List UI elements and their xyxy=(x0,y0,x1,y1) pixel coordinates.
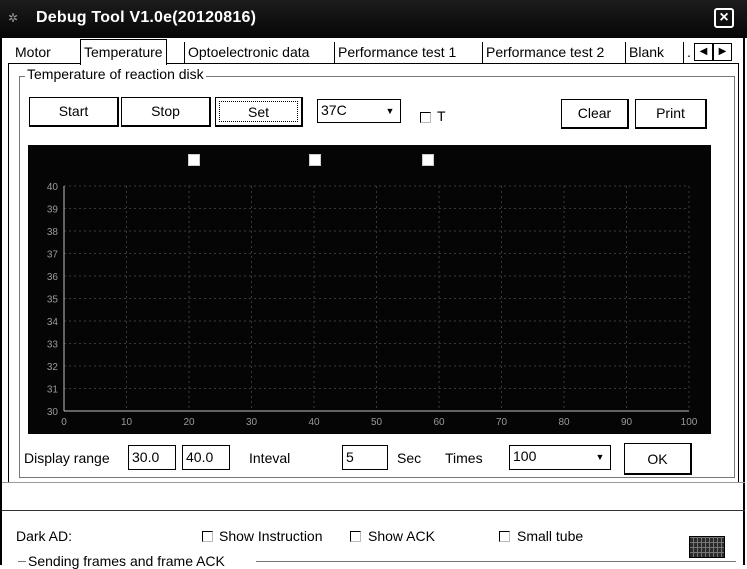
temperature-select[interactable]: 37C ▼ xyxy=(317,99,401,123)
x-tick-label: 70 xyxy=(496,417,508,428)
tab-performance-test-1[interactable]: Performance test 1 xyxy=(334,42,459,63)
times-label: Times xyxy=(445,450,483,466)
divider xyxy=(2,482,745,483)
show-instruction-checkbox[interactable] xyxy=(202,531,213,542)
temperature-chart: 30 31 32 33 34 35 36 37 38 39 40 0 10 20 30 40 50 60 70 80 9… xyxy=(28,145,711,434)
y-tick-label: 30 xyxy=(47,407,59,418)
tab-truncated[interactable]: . xyxy=(683,42,694,63)
stop-button[interactable]: Stop xyxy=(121,97,211,127)
x-tick-label: 50 xyxy=(371,417,383,428)
interval-label: Inteval xyxy=(249,450,291,466)
y-tick-label: 40 xyxy=(47,182,59,193)
group-border xyxy=(18,561,26,562)
t-checkbox[interactable] xyxy=(420,112,431,123)
legend-box-2[interactable] xyxy=(309,154,321,166)
x-tick-label: 60 xyxy=(433,417,445,428)
show-ack-checkbox[interactable] xyxy=(350,531,361,542)
t-checkbox-label: T xyxy=(437,108,446,124)
tab-performance-test-2[interactable]: Performance test 2 xyxy=(482,42,607,63)
divider xyxy=(2,510,745,511)
y-tick-label: 38 xyxy=(47,227,59,238)
sec-label: Sec xyxy=(397,450,422,466)
y-tick-label: 39 xyxy=(47,205,59,216)
times-select-value: 100 xyxy=(513,448,537,464)
tab-motor[interactable]: Motor xyxy=(12,42,54,63)
x-tick-label: 0 xyxy=(61,417,67,428)
chevron-right-icon[interactable]: ▶ xyxy=(713,43,732,61)
close-icon[interactable]: × xyxy=(714,8,734,28)
print-button[interactable]: Print xyxy=(635,99,707,129)
legend-box-3[interactable] xyxy=(422,154,434,166)
show-instruction-label: Show Instruction xyxy=(219,528,323,544)
chevron-down-icon[interactable]: ▼ xyxy=(591,447,609,467)
window-title: Debug Tool V1.0e(20120816) xyxy=(36,9,257,26)
title-bar: ✲ Debug Tool V1.0e(20120816) × xyxy=(0,0,747,38)
group-border xyxy=(256,561,736,562)
small-tube-label: Small tube xyxy=(517,528,584,544)
x-tick-label: 20 xyxy=(183,417,195,428)
tab-blank[interactable]: Blank xyxy=(625,42,667,63)
show-ack-label: Show ACK xyxy=(368,528,435,544)
legend-box-1[interactable] xyxy=(188,154,200,166)
tab-optoelectronic-data[interactable]: Optoelectronic data xyxy=(184,42,312,63)
y-tick-label: 32 xyxy=(47,362,59,373)
range-max-input[interactable]: 40.0 xyxy=(182,445,230,470)
x-tick-label: 80 xyxy=(558,417,570,428)
y-tick-label: 37 xyxy=(47,250,59,261)
x-tick-label: 30 xyxy=(246,417,258,428)
set-button-label: Set xyxy=(219,101,298,122)
y-tick-label: 31 xyxy=(47,385,59,396)
y-tick-label: 36 xyxy=(47,272,59,283)
chevron-left-icon[interactable]: ◀ xyxy=(694,43,713,61)
x-tick-label: 40 xyxy=(308,417,320,428)
y-tick-label: 33 xyxy=(47,340,59,351)
x-tick-label: 90 xyxy=(621,417,633,428)
main-window: Motor Temperature Optoelectronic data Pe… xyxy=(0,38,745,565)
chevron-down-icon[interactable]: ▼ xyxy=(381,101,399,121)
group-title: Temperature of reaction disk xyxy=(25,66,206,82)
keyboard-icon[interactable] xyxy=(689,536,725,558)
tab-temperature[interactable]: Temperature xyxy=(80,39,167,65)
y-tick-label: 34 xyxy=(47,317,59,328)
times-select[interactable]: 100 ▼ xyxy=(509,445,611,470)
x-tick-label: 10 xyxy=(121,417,133,428)
start-button[interactable]: Start xyxy=(29,97,119,127)
tab-scroll: ◀ ▶ xyxy=(694,41,736,61)
clear-button[interactable]: Clear xyxy=(561,99,629,129)
chart-canvas: 30 31 32 33 34 35 36 37 38 39 40 0 10 20 30 40 50 60 70 80 9… xyxy=(47,182,698,428)
display-range-label: Display range xyxy=(24,450,110,466)
small-tube-checkbox[interactable] xyxy=(499,531,510,542)
range-min-input[interactable]: 30.0 xyxy=(128,445,176,470)
y-tick-label: 35 xyxy=(47,295,59,306)
interval-input[interactable]: 5 xyxy=(342,445,388,470)
temperature-select-value: 37C xyxy=(321,102,347,118)
set-button[interactable]: Set xyxy=(215,97,303,127)
sending-frames-label: Sending frames and frame ACK xyxy=(28,553,225,569)
x-tick-label: 100 xyxy=(681,417,698,428)
dark-ad-label: Dark AD: xyxy=(16,528,73,544)
app-icon: ✲ xyxy=(8,11,19,25)
ok-button[interactable]: OK xyxy=(624,443,692,475)
